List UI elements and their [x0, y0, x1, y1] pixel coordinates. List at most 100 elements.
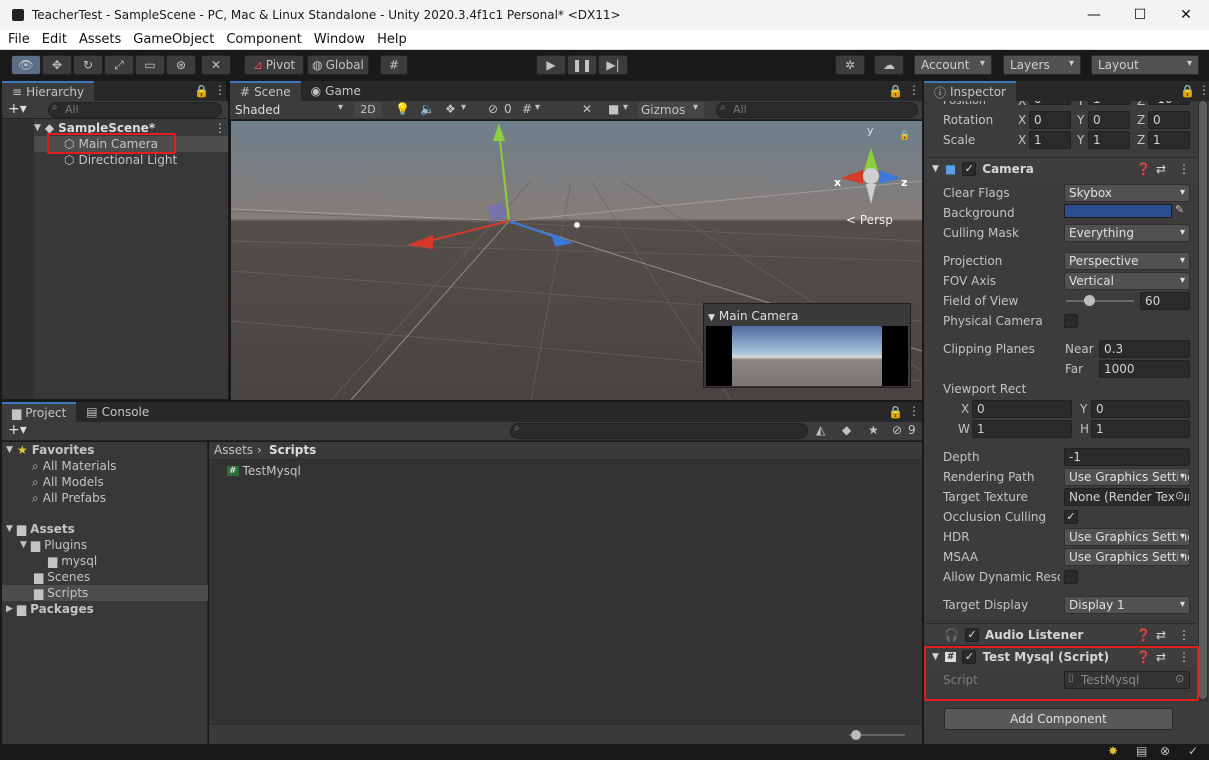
file-testmysql[interactable]: # TestMysql — [227, 463, 301, 479]
menu-gameobject[interactable]: GameObject — [125, 32, 218, 47]
view-tool-eye-icon[interactable]: 👁 — [11, 55, 41, 75]
physical-camera-checkbox[interactable] — [1064, 314, 1078, 328]
add-icon[interactable]: +▾ — [8, 101, 27, 117]
minimize-button[interactable]: — — [1071, 0, 1117, 30]
eyedropper-icon[interactable]: ✎ — [1175, 203, 1184, 216]
menu-window[interactable]: Window — [306, 32, 369, 47]
depth-field[interactable]: -1 — [1064, 448, 1190, 466]
fov-axis-dropdown[interactable]: Vertical — [1064, 272, 1190, 290]
tab-project[interactable]: ▆ Project — [2, 402, 77, 422]
rot-z-field[interactable]: 0 — [1148, 111, 1190, 129]
filter-type-icon[interactable]: ◭ — [816, 423, 825, 437]
lock-icon[interactable]: 🔒 — [888, 405, 903, 419]
rect-tool-icon[interactable]: ▭ — [135, 55, 165, 75]
add-component-button[interactable]: Add Component — [944, 708, 1173, 730]
culling-mask-dropdown[interactable]: Everything — [1064, 224, 1190, 242]
camera-icon[interactable]: ■ — [608, 102, 619, 116]
hierarchy-item-directional-light[interactable]: ⬡ Directional Light — [34, 152, 228, 168]
tab-hierarchy[interactable]: ≡ Hierarchy — [2, 81, 95, 101]
rendering-path-dropdown[interactable]: Use Graphics Settings — [1064, 468, 1190, 486]
camera-enabled-checkbox[interactable]: ✓ — [962, 161, 977, 176]
inspector-scrollbar-thumb[interactable] — [1199, 101, 1207, 699]
background-color-swatch[interactable] — [1064, 204, 1172, 218]
component-menu-icon[interactable]: ⋮ — [1178, 162, 1190, 176]
persp-toggle[interactable]: < Persp — [846, 213, 893, 227]
scale-z-field[interactable]: 1 — [1148, 131, 1190, 149]
kebab-menu-icon[interactable]: ⋮ — [214, 83, 226, 97]
tree-plugins[interactable]: ▼ ▆ Plugins — [20, 537, 87, 553]
favorite-star-icon[interactable]: ★ — [868, 423, 879, 437]
far-field[interactable]: 1000 — [1099, 360, 1190, 378]
tree-assets[interactable]: ▼ ▆ Assets — [2, 521, 208, 537]
help-icon[interactable]: ❓ — [1136, 628, 1151, 642]
viewport-y-field[interactable]: 0 — [1091, 400, 1190, 418]
lock-icon[interactable]: 🔒 — [1180, 84, 1195, 98]
tab-scene[interactable]: # Scene — [230, 81, 301, 101]
transform-tool-icon[interactable]: ⊛ — [166, 55, 196, 75]
tree-mysql[interactable]: ▆ mysql — [48, 553, 97, 569]
menu-file[interactable]: File — [0, 32, 34, 47]
lock-icon[interactable]: 🔒 — [194, 84, 209, 98]
target-texture-field[interactable]: None (Render Texture) — [1064, 488, 1190, 506]
chevron-down-icon[interactable]: ▾ — [535, 102, 540, 113]
shading-mode-dropdown[interactable]: Shaded — [232, 102, 350, 118]
tree-all-prefabs[interactable]: ⌕ All Prefabs — [32, 490, 106, 506]
tab-console[interactable]: ▤ Console — [76, 402, 160, 422]
audio-icon[interactable]: 🔈 — [420, 102, 435, 116]
pause-button[interactable]: ❚❚ — [567, 55, 597, 75]
lighting-icon[interactable]: 💡 — [395, 102, 410, 116]
rotate-tool-icon[interactable]: ↻ — [73, 55, 103, 75]
scene-menu-icon[interactable]: ⋮ — [214, 121, 226, 135]
chevron-down-icon[interactable]: ▾ — [623, 102, 628, 113]
audio-listener-header[interactable]: 🎧 ✓ Audio Listener ❓ ⇄ ⋮ — [926, 623, 1196, 645]
close-button[interactable]: ✕ — [1163, 0, 1209, 30]
tree-all-models[interactable]: ⌕ All Models — [32, 474, 104, 490]
preset-icon[interactable]: ⇄ — [1156, 628, 1166, 642]
scene-viewport[interactable]: y x z 🔒 < Persp ▼ Main Camera — [231, 121, 922, 400]
scale-y-field[interactable]: 1 — [1088, 131, 1130, 149]
rot-y-field[interactable]: 0 — [1088, 111, 1130, 129]
menu-edit[interactable]: Edit — [34, 32, 71, 47]
pivot-toggle-button[interactable]: ⊿ Pivot — [244, 55, 304, 75]
progress-icon[interactable]: ✸ — [1108, 744, 1118, 758]
menu-assets[interactable]: Assets — [71, 32, 125, 47]
tab-inspector-overlay[interactable]: ⓘ Inspector — [924, 81, 1016, 101]
cache-server-icon[interactable]: ▤ — [1136, 744, 1147, 758]
move-tool-icon[interactable]: ✥ — [42, 55, 72, 75]
lock-icon[interactable]: 🔒 — [888, 84, 903, 98]
fov-field[interactable]: 60 — [1140, 292, 1190, 310]
custom-tool-icon[interactable]: ✕ — [201, 55, 231, 75]
viewport-h-field[interactable]: 1 — [1091, 420, 1190, 438]
global-toggle-button[interactable]: ◍ Global — [307, 55, 369, 75]
scene-search-input[interactable]: All — [716, 102, 918, 118]
layers-dropdown[interactable]: Layers — [1003, 55, 1081, 75]
collab-icon[interactable]: ✲ — [835, 55, 865, 75]
hdr-dropdown[interactable]: Use Graphics Settings — [1064, 528, 1190, 546]
tree-scripts[interactable]: ▆ Scripts — [2, 585, 208, 601]
kebab-menu-icon[interactable]: ⋮ — [908, 404, 920, 418]
audio-listener-enabled-checkbox[interactable]: ✓ — [964, 627, 979, 642]
clear-flags-dropdown[interactable]: Skybox — [1064, 184, 1190, 202]
play-button[interactable]: ▶ — [536, 55, 566, 75]
filter-label-icon[interactable]: ◆ — [842, 423, 851, 437]
grid-toggle-icon[interactable]: # — [522, 102, 532, 116]
preset-icon[interactable]: ⇄ — [1156, 162, 1166, 176]
step-button[interactable]: ▶| — [598, 55, 628, 75]
debug-icon[interactable]: ⊗ — [1160, 744, 1170, 758]
menu-component[interactable]: Component — [218, 32, 305, 47]
chevron-down-icon[interactable]: ▾ — [461, 102, 466, 113]
orientation-lock-icon[interactable]: 🔒 — [899, 131, 910, 141]
near-field[interactable]: 0.3 — [1099, 340, 1190, 358]
effects-icon[interactable]: ❖ — [445, 102, 456, 116]
rot-x-field[interactable]: 0 — [1029, 111, 1071, 129]
fov-slider-track[interactable] — [1066, 300, 1134, 302]
tree-scenes[interactable]: ▆ Scenes — [34, 569, 90, 585]
layout-dropdown[interactable]: Layout — [1091, 55, 1199, 75]
icon-size-slider-handle[interactable] — [851, 730, 861, 740]
breadcrumb-scripts[interactable]: Scripts — [269, 443, 316, 457]
kebab-menu-icon[interactable]: ⋮ — [1198, 83, 1209, 97]
hierarchy-search-input[interactable]: All — [48, 102, 222, 118]
camera-component-header[interactable]: ▼ ■ ✓ Camera ❓ ⇄ ⋮ — [926, 157, 1196, 179]
scale-x-field[interactable]: 1 — [1029, 131, 1071, 149]
project-search-input[interactable] — [510, 423, 808, 439]
